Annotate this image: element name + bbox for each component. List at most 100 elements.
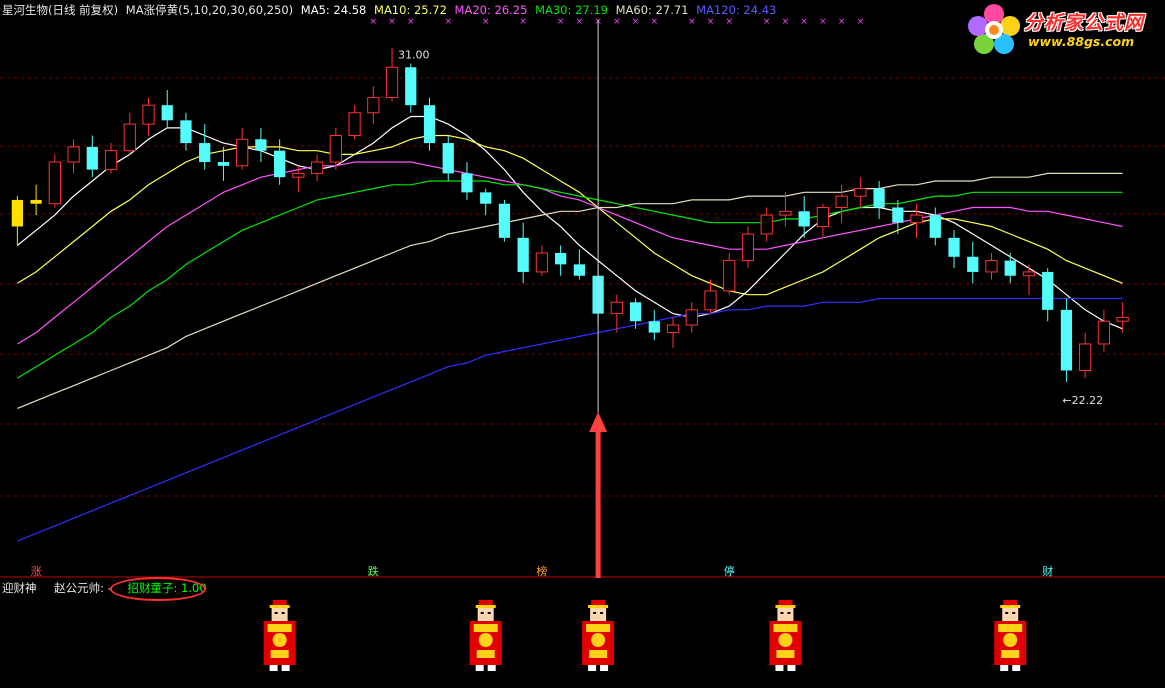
candle-body xyxy=(723,260,736,292)
signal-x-mark: × xyxy=(632,17,640,27)
candle-body xyxy=(329,134,342,163)
mascot-money-bag xyxy=(272,633,287,647)
indicator-subpanel[interactable]: 迎财神 赵公元帅: - 招财童子: 1.00 xyxy=(0,577,1165,688)
candle-body xyxy=(310,161,324,174)
flower-logo-icon xyxy=(968,4,1020,54)
signal-x-mark: × xyxy=(482,17,490,27)
ma30-value: MA30: 27.19 xyxy=(535,3,608,17)
candle-body xyxy=(292,172,305,178)
candle-body xyxy=(892,207,904,223)
price-grid xyxy=(0,77,1165,578)
candle-body xyxy=(760,214,773,235)
candle-body xyxy=(967,256,979,272)
signal-x-mark: × xyxy=(388,17,396,27)
bottom-label: 停 xyxy=(724,564,735,578)
mascot-shoe xyxy=(787,665,796,671)
candle-body xyxy=(217,162,230,166)
candlestick-chart[interactable]: ××××××××××××××××××××× 31.00←22.22涨跌榜停财 xyxy=(0,0,1165,578)
candle-body xyxy=(517,237,529,272)
mascot-figure xyxy=(582,600,615,671)
mascot-shoe xyxy=(600,665,609,671)
candle-body xyxy=(910,214,923,224)
mascot-hat-brim xyxy=(475,605,496,608)
candle-body xyxy=(142,104,155,125)
candle-body xyxy=(423,105,436,144)
mascot-eye xyxy=(780,612,784,614)
field-zhao: 赵公元帅: - xyxy=(54,581,112,595)
candle-body xyxy=(1004,260,1016,276)
candle-body xyxy=(1060,309,1073,371)
signal-x-mark: × xyxy=(688,17,696,27)
candle-body xyxy=(948,237,960,257)
ma120-value: MA120: 24.43 xyxy=(696,3,777,17)
signal-x-mark: × xyxy=(651,17,659,27)
candle-body xyxy=(255,139,267,151)
mascot-money-bag xyxy=(1003,633,1018,647)
candle-body xyxy=(1022,271,1036,277)
bottom-label: 跌 xyxy=(368,564,379,578)
mascot-collar xyxy=(586,624,611,632)
chart-header: 星河生物(日线 前复权) MA涨停黄(5,10,20,30,60,250) MA… xyxy=(2,2,780,18)
mascot-belt xyxy=(270,650,289,658)
signal-x-mark: × xyxy=(613,17,621,27)
ma10-value: MA10: 25.72 xyxy=(374,3,447,17)
ma20-value: MA20: 26.25 xyxy=(454,3,528,17)
site-logo: 分析家公式网 www.88gs.com xyxy=(966,2,1161,54)
mascot-eye xyxy=(480,612,484,614)
mascot-eye xyxy=(1005,612,1009,614)
candle-body xyxy=(685,309,698,326)
mascot-face xyxy=(777,608,794,621)
candle-body xyxy=(779,210,792,216)
mascot-collar xyxy=(773,624,798,632)
candle-body xyxy=(30,199,42,204)
mascot-hat-brim xyxy=(775,605,796,608)
candle-series xyxy=(11,48,1129,382)
signal-x-mark: × xyxy=(800,17,808,27)
ma-line-ma5 xyxy=(17,115,1123,330)
signal-x-mark: × xyxy=(444,17,452,27)
candle-body xyxy=(835,195,848,209)
candle-body xyxy=(180,120,192,144)
signal-x-mark: × xyxy=(763,17,771,27)
candle-body xyxy=(67,146,80,163)
moving-average-lines xyxy=(17,115,1123,542)
candle-body xyxy=(666,324,680,334)
candle-body xyxy=(461,173,473,193)
candle-body xyxy=(535,252,549,273)
signal-arrow-head xyxy=(589,412,608,432)
candle-body xyxy=(873,188,885,208)
mascot-eye xyxy=(487,612,491,614)
candle-body xyxy=(704,290,717,311)
mascot-eye xyxy=(600,612,604,614)
ma5-value: MA5: 24.58 xyxy=(300,3,367,17)
candle-body xyxy=(442,143,454,174)
mascot-eye xyxy=(787,612,791,614)
candle-body xyxy=(1042,271,1054,310)
mascot-collar xyxy=(998,624,1023,632)
candle-body xyxy=(161,105,173,121)
mascot-eye xyxy=(281,612,285,614)
candle-body xyxy=(236,138,249,167)
candle-body xyxy=(480,192,492,204)
mascot-shoe xyxy=(487,665,496,671)
candle-body xyxy=(629,302,642,322)
ma60-value: MA60: 27.71 xyxy=(615,3,689,17)
signal-x-mark: × xyxy=(576,17,584,27)
mascot-face xyxy=(271,608,288,621)
candle-body xyxy=(929,215,941,238)
signal-marks: ××××××××××××××××××××× xyxy=(370,17,865,27)
signal-x-mark: × xyxy=(707,17,715,27)
signal-x-mark: × xyxy=(725,17,733,27)
candle-body xyxy=(48,161,61,205)
mascot-face xyxy=(1002,608,1019,621)
stock-title: 星河生物(日线 前复权) xyxy=(2,3,119,17)
candle-body xyxy=(555,252,567,265)
mascot-shoe xyxy=(1012,665,1021,671)
bottom-label: 财 xyxy=(1042,564,1053,578)
mascot-face xyxy=(590,608,607,621)
logo-url: www.88gs.com xyxy=(1028,34,1135,49)
ma-line-ma10 xyxy=(17,134,1123,296)
signal-x-mark: × xyxy=(407,17,415,27)
mascot-hat-brim xyxy=(588,605,609,608)
mascot-shoe xyxy=(588,665,597,671)
